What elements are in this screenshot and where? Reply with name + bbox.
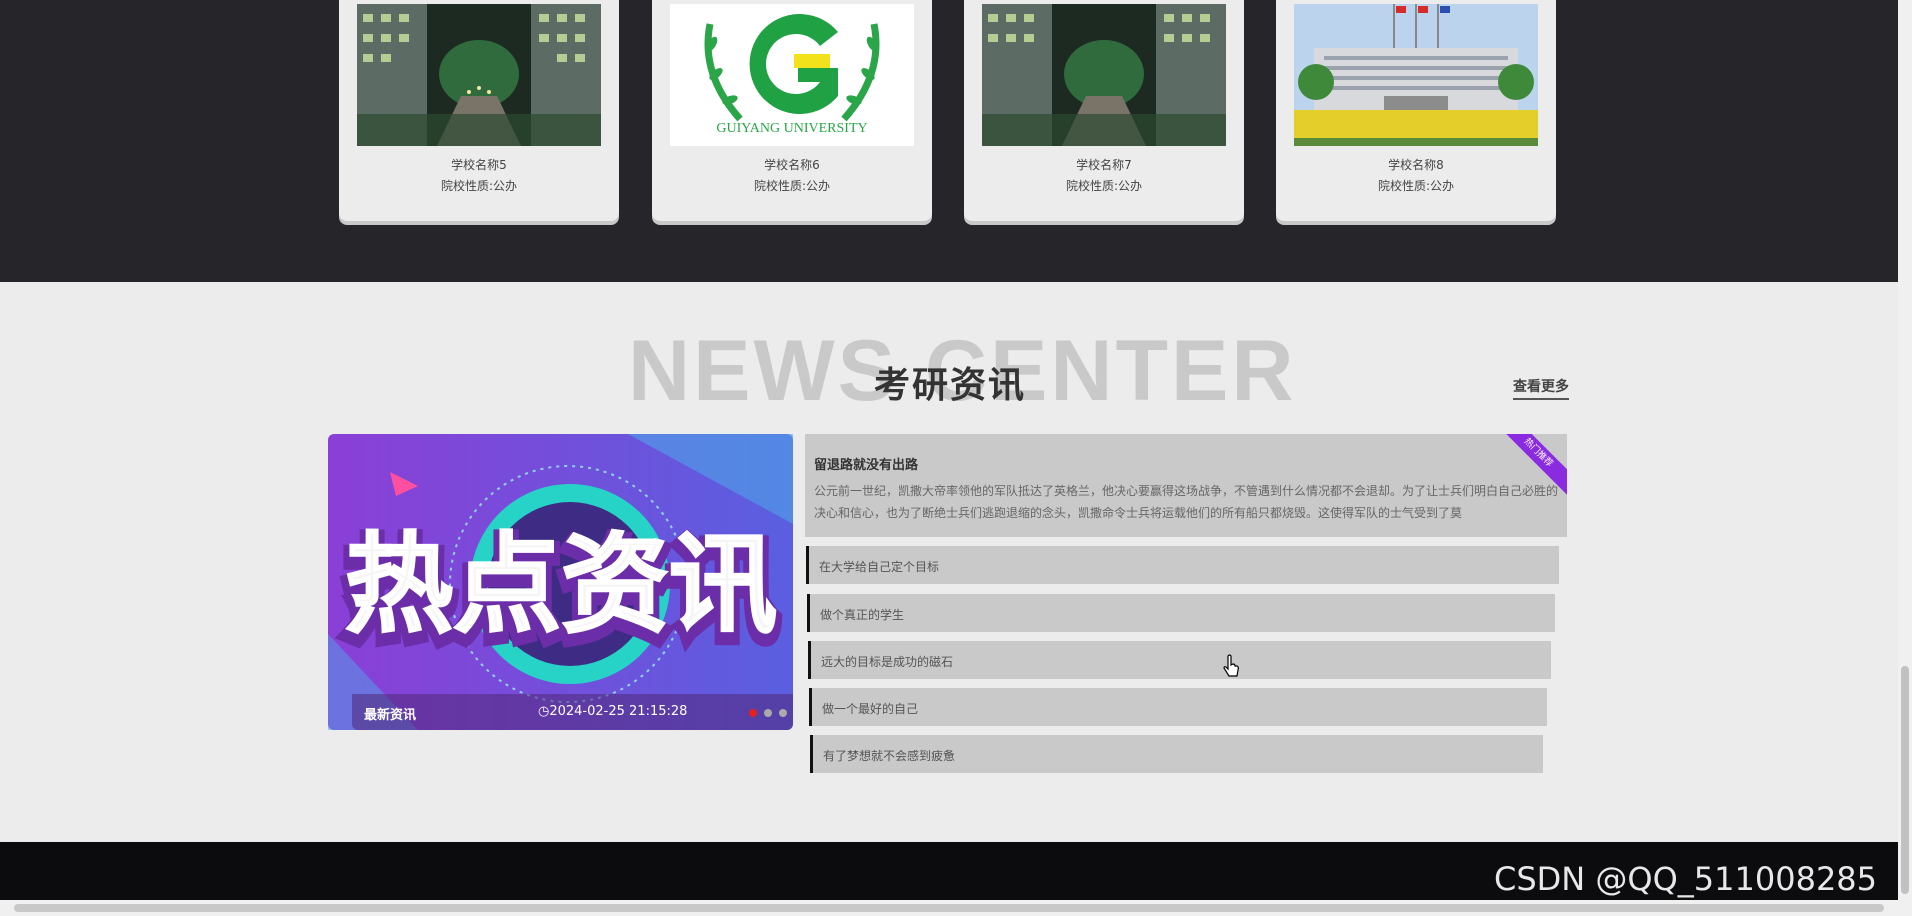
news-item-title[interactable]: 远大的目标是成功的磁石 (821, 653, 953, 670)
logo-text: GUIYANG UNIVERSITY (716, 121, 867, 136)
school-name[interactable]: 学校名称7 (964, 156, 1244, 173)
school-card[interactable]: GUIYANG UNIVERSITY 学校名称6 院校性质:公办 (652, 0, 932, 221)
news-item-title[interactable]: 有了梦想就不会感到疲惫 (823, 747, 955, 764)
featured-article[interactable]: 留退路就没有出路 公元前一世纪，凯撒大帝率领他的军队抵达了英格兰，他决心要赢得这… (805, 434, 1567, 537)
slider-dot[interactable] (779, 709, 787, 717)
slider-dots (749, 709, 787, 717)
banner-caption-bar: 最新资讯 ◷2024-02-25 21:15:28 (352, 694, 793, 730)
school-name[interactable]: 学校名称6 (652, 156, 932, 173)
school-type: 院校性质:公办 (753, 179, 831, 193)
news-list-item[interactable]: 在大学给自己定个目标 (806, 546, 1559, 584)
slider-dot[interactable] (749, 709, 757, 717)
school-card[interactable]: 学校名称5 院校性质:公办 (339, 0, 619, 221)
scrollbar-thumb[interactable] (1901, 666, 1909, 894)
news-item-title[interactable]: 在大学给自己定个目标 (819, 558, 939, 575)
banner-text: 热点资讯 (345, 523, 777, 648)
vertical-scrollbar[interactable] (1898, 0, 1912, 900)
section-title: 考研资讯 (873, 365, 1026, 406)
banner-date: ◷2024-02-25 21:15:28 (538, 704, 688, 719)
school-type: 院校性质:公办 (1065, 179, 1143, 193)
view-more-link[interactable]: 查看更多 (1513, 376, 1569, 400)
slider-dot[interactable] (764, 709, 772, 717)
school-image[interactable] (1294, 4, 1538, 146)
news-list-item[interactable]: 做一个最好的自己 (809, 688, 1547, 726)
horizontal-scrollbar[interactable] (0, 900, 1912, 916)
school-list-section: 学校名称5 院校性质:公办 GUIYANG UNIVERSITY 学校名称6 院… (0, 0, 1898, 282)
news-list-item[interactable]: 有了梦想就不会感到疲惫 (810, 735, 1543, 773)
school-logo[interactable]: GUIYANG UNIVERSITY (670, 4, 914, 146)
scrollbar-thumb[interactable] (14, 904, 1884, 912)
clock-icon: ◷ (538, 704, 550, 719)
watermark: CSDN @QQ_511008285 (1494, 860, 1878, 898)
school-image[interactable] (357, 4, 601, 146)
school-name[interactable]: 学校名称5 (339, 156, 619, 173)
hand-cursor-icon (1223, 654, 1239, 677)
school-type: 院校性质:公办 (1377, 179, 1455, 193)
school-type: 院校性质:公办 (440, 179, 518, 193)
news-list-item[interactable]: 远大的目标是成功的磁石 (808, 641, 1551, 679)
banner-label[interactable]: 最新资讯 (364, 704, 416, 723)
news-banner-slider[interactable]: 热点资讯 热点资讯 最新资讯 ◷2024-02-25 21:15:28 (328, 434, 793, 730)
news-list-item[interactable]: 做个真正的学生 (807, 594, 1555, 632)
banner-image[interactable]: 热点资讯 热点资讯 (328, 434, 793, 730)
featured-summary: 公元前一世纪，凯撒大帝率领他的军队抵达了英格兰，他决心要赢得这场战争，不管遇到什… (814, 484, 1559, 520)
school-image[interactable] (982, 4, 1226, 146)
news-item-title[interactable]: 做个真正的学生 (820, 606, 904, 623)
school-card[interactable]: 学校名称7 院校性质:公办 (964, 0, 1244, 221)
school-name[interactable]: 学校名称8 (1276, 156, 1556, 173)
news-item-title[interactable]: 做一个最好的自己 (822, 700, 918, 717)
school-card[interactable]: 学校名称8 院校性质:公办 (1276, 0, 1556, 221)
featured-title[interactable]: 留退路就没有出路 (814, 454, 918, 473)
